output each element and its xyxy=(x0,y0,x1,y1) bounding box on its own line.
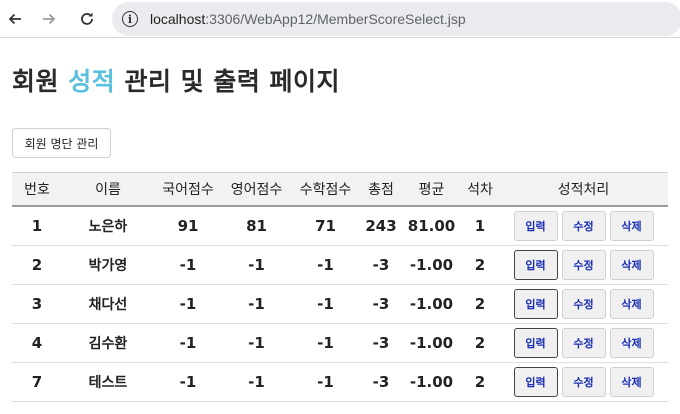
table-row: 3 채다선 -1 -1 -1 -3 -1.00 2 입력 수정 삭제 xyxy=(12,284,668,324)
header-no: 번호 xyxy=(12,172,62,207)
cell-total: -3 xyxy=(360,323,402,363)
input-button[interactable]: 입력 xyxy=(513,211,558,241)
delete-button[interactable]: 삭제 xyxy=(609,211,654,241)
cell-mat: -1 xyxy=(291,284,360,324)
cell-no: 3 xyxy=(12,284,62,324)
header-average: 평균 xyxy=(402,172,461,207)
cell-no: 4 xyxy=(12,323,62,363)
browser-toolbar: i localhost:3306/WebApp12/MemberScoreSel… xyxy=(0,0,680,38)
input-button[interactable]: 입력 xyxy=(513,250,558,280)
cell-rank: 2 xyxy=(461,323,499,363)
cell-total: -3 xyxy=(360,245,402,285)
cell-total: 243 xyxy=(360,206,402,246)
edit-button[interactable]: 수정 xyxy=(561,328,606,358)
score-table: 번호 이름 국어점수 영어점수 수학점수 총점 평균 석차 성적처리 1 노은하… xyxy=(12,172,668,402)
table-row: 1 노은하 91 81 71 243 81.00 1 입력 수정 삭제 xyxy=(12,206,668,246)
cell-kor: -1 xyxy=(154,362,222,402)
cell-name: 박가영 xyxy=(62,245,154,285)
input-button[interactable]: 입력 xyxy=(513,367,558,397)
cell-eng: -1 xyxy=(222,362,291,402)
cell-name: 노은하 xyxy=(62,206,154,246)
url-path: :3306/WebApp12/MemberScoreSelect.jsp xyxy=(205,11,466,27)
title-accent: 성적 xyxy=(68,67,116,96)
member-list-button[interactable]: 회원 명단 관리 xyxy=(12,128,111,158)
cell-no: 1 xyxy=(12,206,62,246)
cell-no: 2 xyxy=(12,245,62,285)
header-eng: 영어점수 xyxy=(222,172,291,207)
edit-button[interactable]: 수정 xyxy=(561,211,606,241)
table-row: 2 박가영 -1 -1 -1 -3 -1.00 2 입력 수정 삭제 xyxy=(12,245,668,285)
cell-actions: 입력 수정 삭제 xyxy=(499,284,668,324)
delete-button[interactable]: 삭제 xyxy=(609,289,654,319)
cell-actions: 입력 수정 삭제 xyxy=(499,362,668,402)
address-bar[interactable]: i localhost:3306/WebApp12/MemberScoreSel… xyxy=(112,2,680,36)
header-name: 이름 xyxy=(62,172,154,207)
cell-average: -1.00 xyxy=(402,362,461,402)
header-kor: 국어점수 xyxy=(154,172,222,207)
cell-mat: 71 xyxy=(291,206,360,246)
cell-kor: -1 xyxy=(154,323,222,363)
cell-actions: 입력 수정 삭제 xyxy=(499,323,668,363)
delete-button[interactable]: 삭제 xyxy=(609,328,654,358)
forward-arrow-icon[interactable] xyxy=(38,8,60,30)
cell-kor: -1 xyxy=(154,245,222,285)
header-rank: 석차 xyxy=(461,172,499,207)
table-row: 7 테스트 -1 -1 -1 -3 -1.00 2 입력 수정 삭제 xyxy=(12,362,668,402)
url-text[interactable]: localhost:3306/WebApp12/MemberScoreSelec… xyxy=(150,11,466,27)
cell-rank: 2 xyxy=(461,245,499,285)
edit-button[interactable]: 수정 xyxy=(561,367,606,397)
cell-kor: -1 xyxy=(154,284,222,324)
header-actions: 성적처리 xyxy=(499,172,668,207)
cell-average: -1.00 xyxy=(402,245,461,285)
input-button[interactable]: 입력 xyxy=(513,289,558,319)
cell-kor: 91 xyxy=(154,206,222,246)
info-icon[interactable]: i xyxy=(122,11,138,27)
cell-eng: 81 xyxy=(222,206,291,246)
table-row: 4 김수환 -1 -1 -1 -3 -1.00 2 입력 수정 삭제 xyxy=(12,323,668,363)
cell-total: -3 xyxy=(360,362,402,402)
title-part-2: 관리 및 출력 페이지 xyxy=(115,67,341,96)
cell-rank: 2 xyxy=(461,284,499,324)
cell-eng: -1 xyxy=(222,245,291,285)
table-header-row: 번호 이름 국어점수 영어점수 수학점수 총점 평균 석차 성적처리 xyxy=(12,172,668,207)
delete-button[interactable]: 삭제 xyxy=(609,250,654,280)
cell-rank: 1 xyxy=(461,206,499,246)
header-total: 총점 xyxy=(360,172,402,207)
cell-average: 81.00 xyxy=(402,206,461,246)
title-part-1: 회원 xyxy=(12,67,69,96)
edit-button[interactable]: 수정 xyxy=(561,289,606,319)
cell-average: -1.00 xyxy=(402,284,461,324)
delete-button[interactable]: 삭제 xyxy=(609,367,654,397)
cell-actions: 입력 수정 삭제 xyxy=(499,245,668,285)
header-mat: 수학점수 xyxy=(291,172,360,207)
reload-icon[interactable] xyxy=(76,8,98,30)
cell-no: 7 xyxy=(12,362,62,402)
cell-name: 김수환 xyxy=(62,323,154,363)
cell-name: 테스트 xyxy=(62,362,154,402)
input-button[interactable]: 입력 xyxy=(513,328,558,358)
cell-name: 채다선 xyxy=(62,284,154,324)
url-host: localhost xyxy=(150,11,206,27)
cell-eng: -1 xyxy=(222,284,291,324)
cell-actions: 입력 수정 삭제 xyxy=(499,206,668,246)
edit-button[interactable]: 수정 xyxy=(561,250,606,280)
page-title: 회원 성적 관리 및 출력 페이지 xyxy=(12,62,340,98)
cell-mat: -1 xyxy=(291,323,360,363)
back-arrow-icon[interactable] xyxy=(4,8,26,30)
cell-average: -1.00 xyxy=(402,323,461,363)
cell-eng: -1 xyxy=(222,323,291,363)
cell-rank: 2 xyxy=(461,362,499,402)
cell-mat: -1 xyxy=(291,362,360,402)
cell-mat: -1 xyxy=(291,245,360,285)
cell-total: -3 xyxy=(360,284,402,324)
